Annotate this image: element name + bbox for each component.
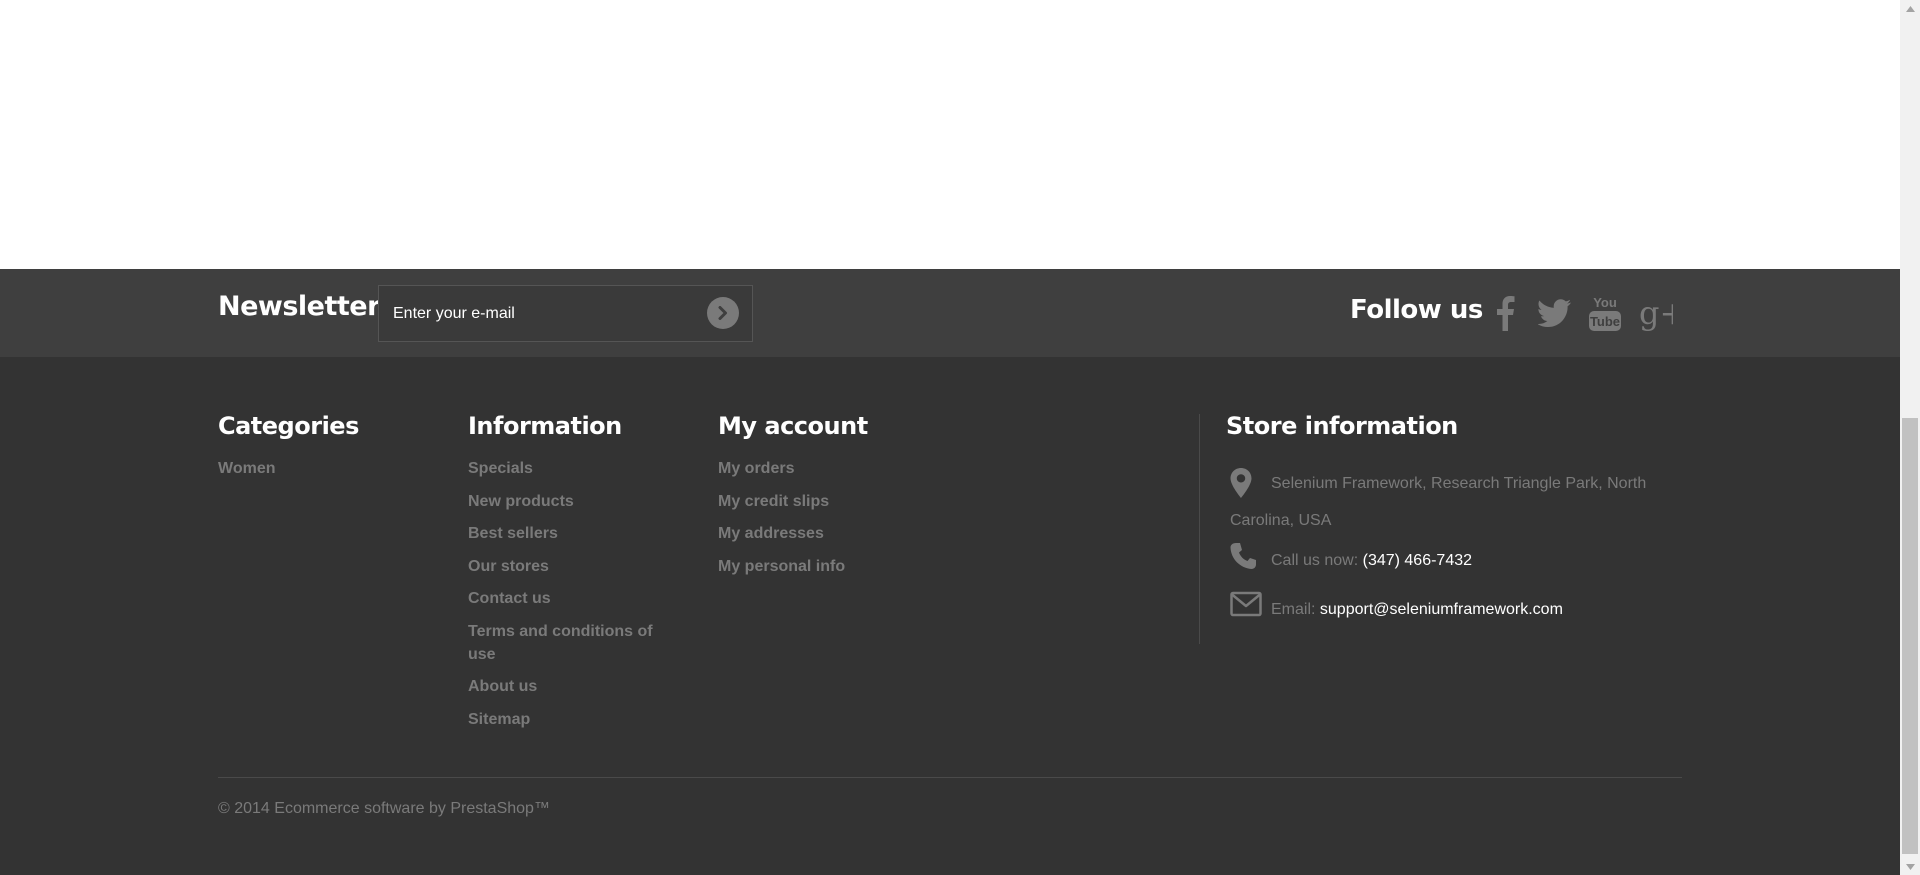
account-link-personal-info[interactable]: My personal info	[718, 555, 845, 578]
categories-list: Women	[218, 457, 275, 490]
envelope-icon	[1230, 591, 1262, 617]
information-link-terms[interactable]: Terms and conditions of use	[468, 620, 678, 666]
store-address-text: Selenium Framework, Research Triangle Pa…	[1230, 475, 1647, 529]
information-link-specials[interactable]: Specials	[468, 457, 678, 480]
svg-text:g+: g+	[1639, 294, 1673, 332]
facebook-icon	[1497, 296, 1515, 331]
information-link-our-stores[interactable]: Our stores	[468, 555, 678, 578]
facebook-link[interactable]	[1485, 293, 1525, 333]
chevron-right-icon	[718, 306, 727, 320]
vertical-scrollbar[interactable]	[1900, 0, 1920, 875]
scroll-down-button[interactable]	[1900, 858, 1920, 875]
scroll-down-arrow-icon	[1905, 863, 1915, 870]
store-email-text: Email: support@seleniumframework.com	[1271, 601, 1563, 619]
information-link-sitemap[interactable]: Sitemap	[468, 708, 678, 731]
newsletter-title: Newsletter	[218, 291, 380, 322]
newsletter-form	[378, 285, 753, 342]
account-link-credit-slips[interactable]: My credit slips	[718, 490, 845, 513]
youtube-link[interactable]: You Tube	[1585, 293, 1625, 333]
information-link-best-sellers[interactable]: Best sellers	[468, 522, 678, 545]
scroll-up-button[interactable]	[1900, 0, 1920, 17]
phone-value: (347) 466-7432	[1362, 552, 1473, 569]
twitter-icon	[1538, 299, 1571, 327]
youtube-icon: You Tube	[1589, 295, 1621, 331]
information-link-contact-us[interactable]: Contact us	[468, 587, 678, 610]
information-link-about-us[interactable]: About us	[468, 675, 678, 698]
follow-us-title: Follow us	[1350, 295, 1483, 325]
store-information-title: Store information	[1226, 412, 1458, 440]
information-link-new-products[interactable]: New products	[468, 490, 678, 513]
email-label: Email:	[1271, 601, 1316, 618]
page-content-area	[0, 0, 1900, 269]
google-plus-link[interactable]: g+	[1635, 293, 1675, 333]
information-list: Specials New products Best sellers Our s…	[468, 457, 678, 740]
my-account-title[interactable]: My account	[718, 412, 868, 440]
categories-link-women[interactable]: Women	[218, 457, 275, 480]
phone-label: Call us now:	[1271, 552, 1359, 569]
information-title: Information	[468, 412, 622, 440]
categories-title: Categories	[218, 412, 359, 440]
twitter-link[interactable]	[1535, 293, 1575, 333]
account-link-orders[interactable]: My orders	[718, 457, 845, 480]
email-value[interactable]: support@seleniumframework.com	[1320, 601, 1563, 618]
newsletter-bar: Newsletter Follow us You Tube g+	[0, 269, 1900, 357]
store-address: Selenium Framework, Research Triangle Pa…	[1230, 465, 1680, 539]
store-divider	[1199, 414, 1200, 644]
svg-text:Tube: Tube	[1590, 314, 1620, 329]
map-marker-icon	[1230, 468, 1252, 498]
footer-divider	[218, 777, 1682, 778]
scroll-up-arrow-icon	[1905, 5, 1915, 12]
google-plus-icon: g+	[1639, 294, 1673, 332]
newsletter-submit-button[interactable]	[707, 297, 739, 329]
copyright-link[interactable]: © 2014 Ecommerce software by PrestaShop™	[218, 800, 550, 818]
my-account-list: My orders My credit slips My addresses M…	[718, 457, 845, 587]
store-phone-text: Call us now: (347) 466-7432	[1271, 552, 1472, 570]
footer-main: Categories Women Information Specials Ne…	[0, 357, 1900, 875]
account-link-addresses[interactable]: My addresses	[718, 522, 845, 545]
phone-icon	[1230, 543, 1256, 569]
newsletter-email-input[interactable]	[393, 286, 693, 341]
scrollbar-thumb[interactable]	[1902, 418, 1918, 854]
svg-text:You: You	[1593, 295, 1617, 310]
